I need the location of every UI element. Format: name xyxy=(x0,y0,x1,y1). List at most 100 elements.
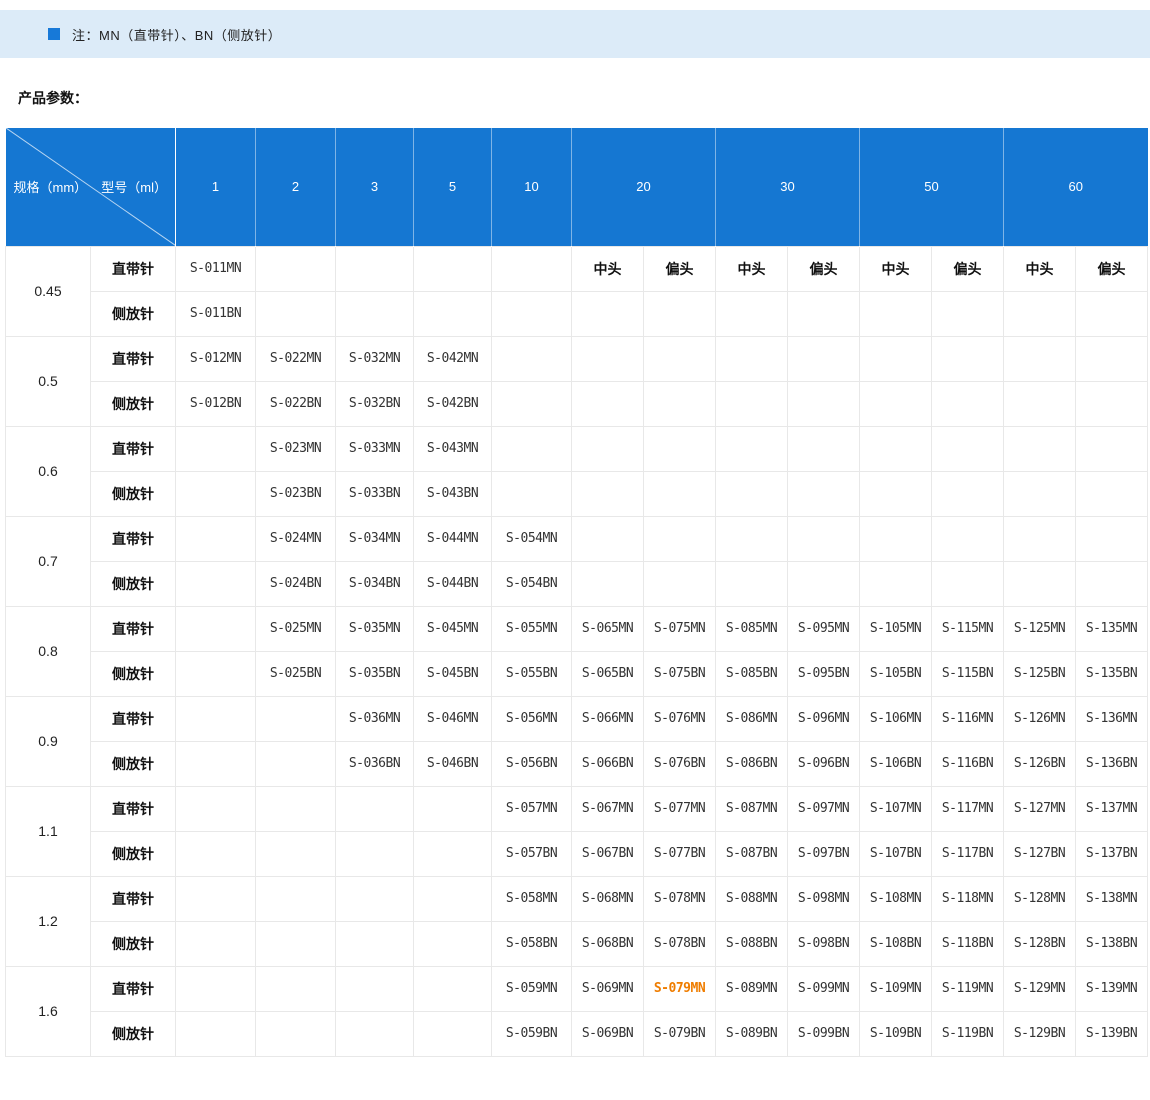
table-row: 侧放针S-036BNS-046BNS-056BNS-066BNS-076BNS-… xyxy=(6,741,1148,786)
model-cell xyxy=(788,291,860,336)
model-cell xyxy=(1076,381,1148,426)
model-cell: S-109MN xyxy=(860,966,932,1011)
model-cell xyxy=(176,876,256,921)
model-cell: S-054MN xyxy=(492,516,572,561)
model-cell xyxy=(492,381,572,426)
column-header-5: 5 xyxy=(414,128,492,246)
table-row: 侧放针S-024BNS-034BNS-044BNS-054BN xyxy=(6,561,1148,606)
table-row: 1.1直带针S-057MNS-067MNS-077MNS-087MNS-097M… xyxy=(6,786,1148,831)
model-cell xyxy=(716,426,788,471)
table-row: 0.7直带针S-024MNS-034MNS-044MNS-054MN xyxy=(6,516,1148,561)
subheader-cell: 中头 xyxy=(1004,246,1076,291)
model-cell: S-022BN xyxy=(256,381,336,426)
model-cell xyxy=(716,516,788,561)
model-cell xyxy=(336,921,414,966)
model-cell: S-068BN xyxy=(572,921,644,966)
table-row: 侧放针S-058BNS-068BNS-078BNS-088BNS-098BNS-… xyxy=(6,921,1148,966)
model-cell xyxy=(1004,516,1076,561)
table-row: 侧放针S-023BNS-033BNS-043BN xyxy=(6,471,1148,516)
model-cell: S-043BN xyxy=(414,471,492,516)
model-cell: S-106MN xyxy=(860,696,932,741)
model-cell xyxy=(256,786,336,831)
model-cell xyxy=(1004,471,1076,516)
model-cell xyxy=(860,381,932,426)
model-cell xyxy=(1076,336,1148,381)
model-cell: S-105BN xyxy=(860,651,932,696)
model-cell: S-024BN xyxy=(256,561,336,606)
needle-type-cell: 侧放针 xyxy=(91,741,176,786)
model-cell: S-116MN xyxy=(932,696,1004,741)
model-cell: S-097BN xyxy=(788,831,860,876)
model-cell xyxy=(644,381,716,426)
model-cell xyxy=(176,786,256,831)
model-cell: S-058BN xyxy=(492,921,572,966)
model-cell: S-055MN xyxy=(492,606,572,651)
model-cell: S-034MN xyxy=(336,516,414,561)
model-cell xyxy=(176,651,256,696)
needle-type-cell: 侧放针 xyxy=(91,471,176,516)
model-cell xyxy=(572,561,644,606)
model-cell: S-095MN xyxy=(788,606,860,651)
needle-type-cell: 侧放针 xyxy=(91,561,176,606)
model-cell: S-088BN xyxy=(716,921,788,966)
model-cell: S-044BN xyxy=(414,561,492,606)
needle-type-cell: 直带针 xyxy=(91,876,176,921)
model-cell: S-043MN xyxy=(414,426,492,471)
model-cell: S-086BN xyxy=(716,741,788,786)
model-cell xyxy=(256,876,336,921)
subheader-cell: 偏头 xyxy=(644,246,716,291)
model-cell xyxy=(256,1011,336,1056)
model-cell xyxy=(414,246,492,291)
model-cell: S-059MN xyxy=(492,966,572,1011)
model-cell xyxy=(860,426,932,471)
model-cell xyxy=(492,246,572,291)
note-bullet-icon xyxy=(48,28,60,40)
model-cell: S-117MN xyxy=(932,786,1004,831)
model-cell xyxy=(932,516,1004,561)
model-cell: S-117BN xyxy=(932,831,1004,876)
header-row: 规格（mm） 型号（ml） 1 2 3 5 10 20 30 50 60 xyxy=(6,128,1148,246)
model-cell xyxy=(1004,291,1076,336)
table-row: 0.6直带针S-023MNS-033MNS-043MN xyxy=(6,426,1148,471)
model-cell: S-068MN xyxy=(572,876,644,921)
subheader-cell: 中头 xyxy=(716,246,788,291)
model-cell xyxy=(932,561,1004,606)
column-header-1: 1 xyxy=(176,128,256,246)
model-cell xyxy=(414,1011,492,1056)
subheader-cell: 偏头 xyxy=(1076,246,1148,291)
model-cell xyxy=(414,966,492,1011)
model-cell: S-077BN xyxy=(644,831,716,876)
model-cell: S-126MN xyxy=(1004,696,1076,741)
model-cell: S-089BN xyxy=(716,1011,788,1056)
subheader-cell: 偏头 xyxy=(932,246,1004,291)
table-row: 侧放针S-011BN xyxy=(6,291,1148,336)
model-cell: S-069BN xyxy=(572,1011,644,1056)
model-cell: S-032BN xyxy=(336,381,414,426)
model-cell: S-118MN xyxy=(932,876,1004,921)
model-cell xyxy=(716,336,788,381)
column-header-60: 60 xyxy=(1004,128,1148,246)
model-cell xyxy=(176,921,256,966)
model-cell xyxy=(932,336,1004,381)
model-cell-highlighted[interactable]: S-079MN xyxy=(644,966,716,1011)
model-cell: S-098BN xyxy=(788,921,860,966)
model-cell xyxy=(1076,426,1148,471)
spec-cell: 0.9 xyxy=(6,696,91,786)
model-cell: S-075MN xyxy=(644,606,716,651)
model-cell: S-078MN xyxy=(644,876,716,921)
model-cell xyxy=(932,291,1004,336)
model-cell: S-095BN xyxy=(788,651,860,696)
model-cell xyxy=(932,426,1004,471)
model-cell: S-086MN xyxy=(716,696,788,741)
model-cell: S-076MN xyxy=(644,696,716,741)
model-cell: S-105MN xyxy=(860,606,932,651)
model-cell xyxy=(860,561,932,606)
model-cell: S-054BN xyxy=(492,561,572,606)
model-cell xyxy=(932,381,1004,426)
model-cell xyxy=(414,291,492,336)
model-cell xyxy=(256,741,336,786)
spec-cell: 0.5 xyxy=(6,336,91,426)
model-cell: S-097MN xyxy=(788,786,860,831)
model-cell xyxy=(1076,291,1148,336)
model-cell: S-066BN xyxy=(572,741,644,786)
